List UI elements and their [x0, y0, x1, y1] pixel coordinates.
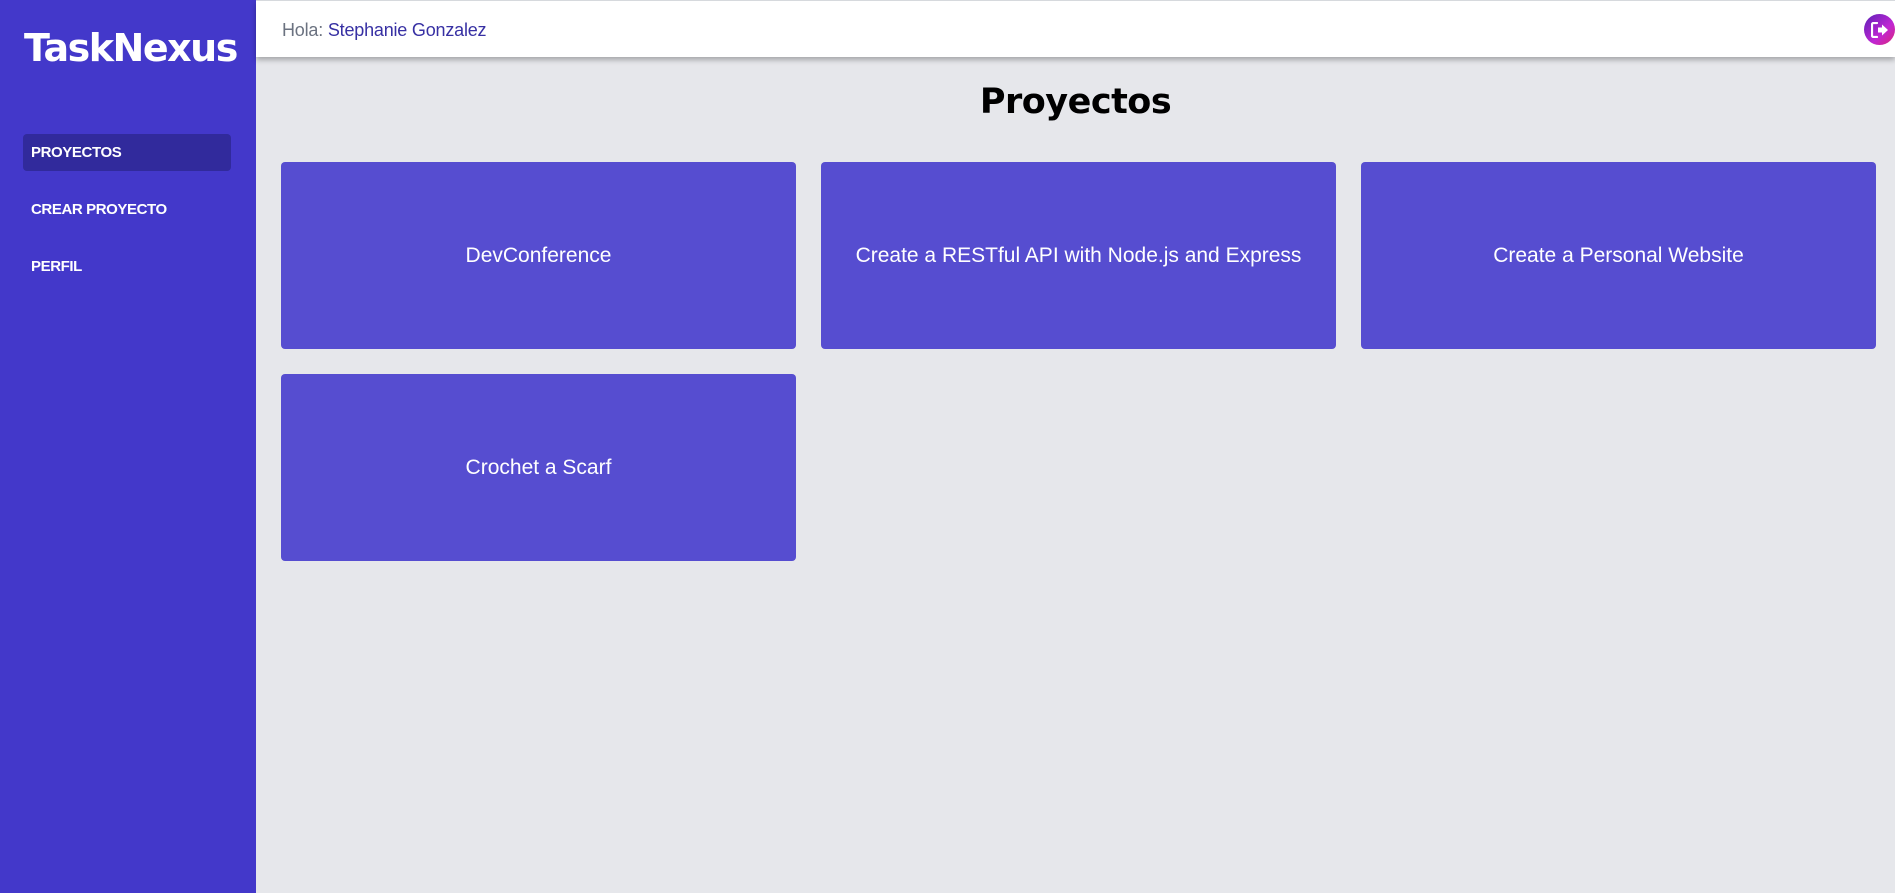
user-name: Stephanie Gonzalez [327, 20, 487, 40]
sidebar: TaskNexus PROYECTOS CREAR PROYECTO PERFI… [0, 0, 256, 893]
project-card[interactable]: Create a RESTful API with Node.js and Ex… [821, 162, 1336, 349]
logout-icon [1870, 21, 1888, 38]
top-header: Hola: Stephanie Gonzalez [256, 0, 1895, 57]
sidebar-item-perfil[interactable]: PERFIL [23, 248, 231, 285]
project-card[interactable]: Crochet a Scarf [281, 374, 796, 561]
project-grid: DevConference Create a RESTful API with … [281, 162, 1876, 561]
page-title: Proyectos [979, 82, 1172, 122]
project-card[interactable]: DevConference [281, 162, 796, 349]
main-content: Hola: Stephanie Gonzalez Proyectos DevCo… [256, 0, 1895, 893]
logout-button[interactable] [1864, 14, 1895, 45]
sidebar-nav: PROYECTOS CREAR PROYECTO PERFIL [23, 134, 231, 305]
brand-logo[interactable]: TaskNexus [24, 24, 238, 72]
sidebar-item-proyectos[interactable]: PROYECTOS [23, 134, 231, 171]
greeting: Hola: Stephanie Gonzalez [282, 20, 487, 41]
sidebar-item-crear-proyecto[interactable]: CREAR PROYECTO [23, 191, 231, 228]
project-card[interactable]: Create a Personal Website [1361, 162, 1876, 349]
app-root: TaskNexus PROYECTOS CREAR PROYECTO PERFI… [0, 0, 1895, 893]
greeting-label: Hola: [282, 20, 324, 40]
